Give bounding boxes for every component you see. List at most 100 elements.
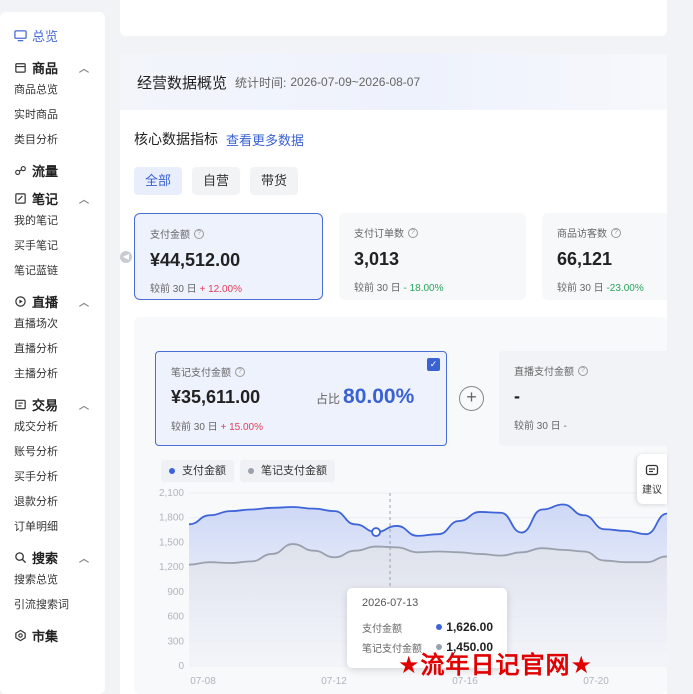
tab-0[interactable]: 全部 bbox=[134, 167, 183, 195]
sidebar-item-label: 总览 bbox=[32, 28, 59, 44]
help-icon[interactable]: ? bbox=[611, 227, 621, 238]
more-data-link[interactable]: 查看更多数据 bbox=[226, 130, 304, 149]
period-value: 2026-07-09~2026-08-07 bbox=[290, 75, 421, 89]
help-icon[interactable]: ? bbox=[194, 228, 204, 239]
sidebar-item[interactable]: 直播场次 bbox=[14, 312, 105, 337]
kpi-change: - 18.00% bbox=[403, 283, 444, 294]
sidebar-group: 商品 ︿ 商品总览 实时商品 类目分析 bbox=[0, 56, 105, 153]
sidebar-item[interactable]: 商品总览 bbox=[14, 78, 105, 103]
sidebar-item[interactable]: 买手分析 bbox=[14, 465, 105, 490]
sub-kpi-change: - bbox=[563, 421, 567, 432]
sidebar-group-header[interactable]: 流量 bbox=[14, 159, 105, 181]
kpi-value: 66,121 bbox=[557, 249, 613, 269]
sidebar-item[interactable]: 主播分析 bbox=[14, 362, 105, 387]
search-icon bbox=[15, 551, 27, 563]
chevron-up-icon[interactable]: ︿ bbox=[79, 60, 89, 75]
top-panel bbox=[120, 0, 667, 36]
sub-kpi-compare-label: 较前 30 日 bbox=[171, 422, 218, 433]
ratio-value: 80.00% bbox=[343, 385, 415, 408]
y-tick-label: 1,500 bbox=[159, 537, 184, 548]
y-tick-label: 1,200 bbox=[159, 562, 184, 573]
main-card: 经营数据概览 统计时间: 2026-07-09~2026-08-07 核心数据指… bbox=[120, 54, 667, 694]
tooltip-date: 2026-07-13 bbox=[362, 597, 419, 609]
tab-1[interactable]: 自营 bbox=[192, 167, 241, 195]
legend-dot bbox=[248, 468, 254, 474]
sidebar-group-label: 市集 bbox=[32, 628, 59, 644]
sidebar-item[interactable]: 引流搜索词 bbox=[14, 593, 105, 618]
kpi-compare-label: 较前 30 日 bbox=[354, 283, 401, 294]
sidebar-item[interactable]: 类目分析 bbox=[14, 128, 105, 153]
chevron-up-icon[interactable]: ︿ bbox=[79, 191, 89, 206]
help-icon[interactable]: ? bbox=[578, 365, 588, 376]
sidebar-group-header[interactable]: 笔记 ︿ bbox=[14, 187, 105, 209]
sidebar-group: 流量 bbox=[0, 159, 105, 181]
sub-kpi-note-payment[interactable]: 笔记支付金额? ¥35,611.00 较前 30 日 + 15.00% 占比 80… bbox=[155, 351, 447, 446]
feedback-icon bbox=[645, 464, 659, 476]
page-title: 经营数据概览 bbox=[137, 74, 228, 92]
kpi-card-visitors[interactable]: 商品访客数? 66,121 较前 30 日 -23.00% bbox=[542, 213, 667, 300]
suggestion-button[interactable]: 建议 bbox=[637, 454, 667, 504]
kpi-value: ¥44,512.00 bbox=[150, 250, 241, 270]
y-tick-label: 300 bbox=[167, 636, 184, 647]
sub-kpi-compare-label: 较前 30 日 bbox=[514, 421, 561, 432]
chart-legend: 支付金额 笔记支付金额 bbox=[161, 460, 335, 482]
tooltip-dot bbox=[436, 624, 443, 630]
sidebar-group-header[interactable]: 交易 ︿ bbox=[14, 393, 105, 415]
sidebar-item[interactable]: 账号分析 bbox=[14, 440, 105, 465]
kpi-card-payment-amount[interactable]: 支付金额? ¥44,512.00 较前 30 日 + 12.00% bbox=[134, 213, 323, 300]
sidebar-group-header[interactable]: 直播 ︿ bbox=[14, 290, 105, 312]
sidebar-group-header[interactable]: 市集 bbox=[14, 624, 105, 646]
live-icon bbox=[15, 295, 26, 307]
kpi-label: 商品访客数 bbox=[557, 229, 607, 240]
kpi-change: -23.00% bbox=[606, 283, 644, 294]
sidebar-item[interactable]: 搜索总览 bbox=[14, 568, 105, 593]
x-tick-label: 07-12 bbox=[321, 676, 347, 687]
legend-label: 支付金额 bbox=[182, 465, 226, 477]
sidebar-item[interactable]: 退款分析 bbox=[14, 490, 105, 515]
breakdown-panel: 笔记支付金额? ¥35,611.00 较前 30 日 + 15.00% 占比 80… bbox=[134, 317, 667, 694]
sidebar-item-overview[interactable]: 总览 bbox=[0, 24, 105, 46]
sidebar-item[interactable]: 直播分析 bbox=[14, 337, 105, 362]
sidebar-group-label: 笔记 bbox=[32, 191, 59, 207]
tab-2[interactable]: 带货 bbox=[250, 167, 299, 195]
suggestion-label: 建议 bbox=[642, 485, 662, 496]
chevron-up-icon[interactable]: ︿ bbox=[79, 294, 89, 309]
kpi-card-order-count[interactable]: 支付订单数? 3,013 较前 30 日 - 18.00% bbox=[339, 213, 526, 300]
sidebar-item[interactable]: 实时商品 bbox=[14, 103, 105, 128]
legend-item-note-payment[interactable]: 笔记支付金额 bbox=[240, 460, 335, 482]
sidebar-group: 笔记 ︿ 我的笔记 买手笔记 笔记蓝链 bbox=[0, 187, 105, 284]
sub-kpi-live-payment[interactable]: 直播支付金额? - 较前 30 日 - bbox=[499, 351, 667, 446]
legend-item-payment[interactable]: 支付金额 bbox=[161, 460, 234, 482]
help-icon[interactable]: ? bbox=[408, 227, 418, 238]
monitor-icon bbox=[14, 29, 27, 41]
y-tick-label: 2,100 bbox=[159, 488, 184, 499]
sidebar-item[interactable]: 订单明细 bbox=[14, 515, 105, 540]
legend-dot bbox=[169, 468, 175, 474]
sidebar-item[interactable]: 成交分析 bbox=[14, 415, 105, 440]
box-icon bbox=[15, 62, 26, 73]
channel-tabs: 全部 自营 带货 bbox=[134, 167, 299, 195]
sidebar-item[interactable]: 买手笔记 bbox=[14, 234, 105, 259]
sidebar-group-label: 交易 bbox=[32, 397, 59, 413]
tooltip-row: 支付金额 1,626.00 bbox=[362, 617, 507, 637]
traffic-icon bbox=[15, 165, 26, 175]
y-tick-label: 1,800 bbox=[159, 513, 184, 524]
help-icon[interactable]: ? bbox=[235, 366, 245, 377]
sidebar-group-label: 商品 bbox=[32, 60, 59, 76]
checkbox-checked-icon[interactable]: ✓ bbox=[427, 358, 440, 371]
sidebar-group-header[interactable]: 商品 ︿ bbox=[14, 56, 105, 78]
sidebar-group-header[interactable]: 搜索 ︿ bbox=[14, 546, 105, 568]
y-tick-label: 900 bbox=[167, 587, 184, 598]
ratio-label: 占比 bbox=[316, 392, 341, 406]
add-metric-icon[interactable]: + bbox=[459, 386, 484, 411]
chevron-up-icon[interactable]: ︿ bbox=[79, 550, 89, 565]
sidebar-item[interactable]: 笔记蓝链 bbox=[14, 259, 105, 284]
sidebar-group: 搜索 ︿ 搜索总览 引流搜索词 bbox=[0, 546, 105, 618]
page-header: 经营数据概览 统计时间: 2026-07-09~2026-08-07 bbox=[120, 54, 667, 110]
sidebar-item[interactable]: 我的笔记 bbox=[14, 209, 105, 234]
sidebar-group-label: 流量 bbox=[32, 163, 59, 179]
chevron-up-icon[interactable]: ︿ bbox=[79, 397, 89, 412]
trade-icon bbox=[15, 399, 26, 409]
prev-arrow-icon[interactable]: ◀ bbox=[120, 251, 132, 263]
sub-kpi-label: 笔记支付金额 bbox=[171, 368, 231, 379]
